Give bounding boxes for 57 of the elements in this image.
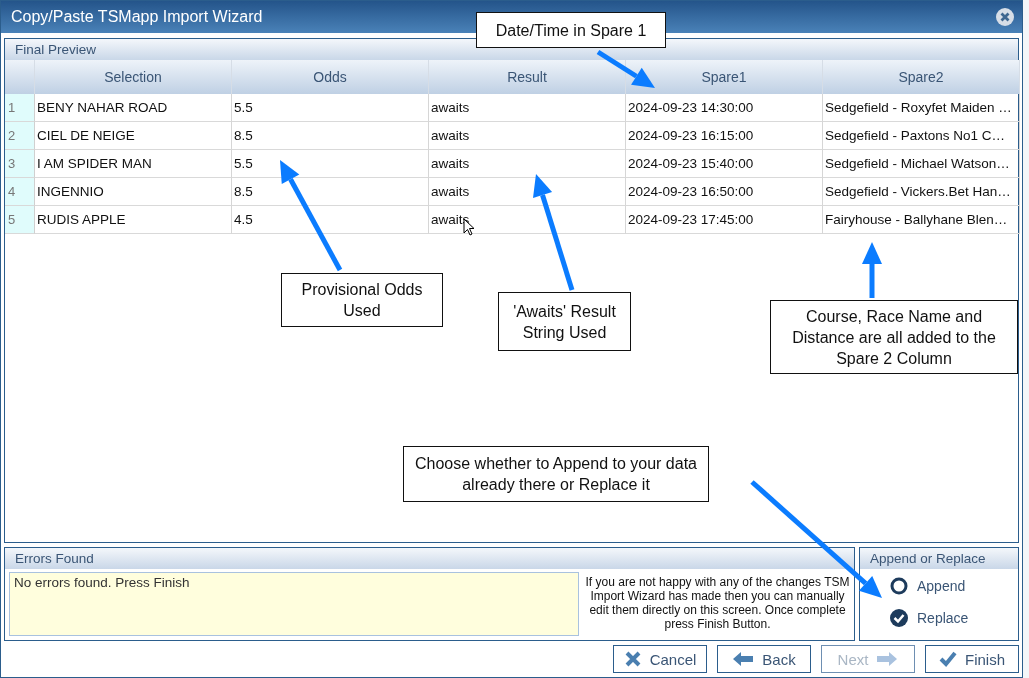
panel-title: Errors Found [5, 548, 854, 569]
column-header[interactable]: Spare2 [823, 60, 1020, 94]
table-cell[interactable]: Fairyhouse - Ballyhane Blen… [823, 206, 1020, 234]
column-header[interactable]: Selection [35, 60, 232, 94]
radio-label: Replace [917, 610, 969, 626]
row-number: 4 [5, 178, 35, 206]
finish-button[interactable]: Finish [925, 645, 1019, 673]
x-icon [623, 650, 642, 668]
table-cell[interactable]: 2024-09-23 16:50:00 [626, 178, 823, 206]
radio-option[interactable]: Replace [890, 609, 1018, 627]
panel-title: Final Preview [5, 39, 1018, 60]
table-cell[interactable]: Sedgefield - Roxyfet Maiden … [823, 94, 1020, 122]
table-cell[interactable]: 4.5 [232, 206, 429, 234]
column-header[interactable]: Spare1 [626, 60, 823, 94]
errors-box: No errors found. Press Finish [9, 572, 579, 636]
help-text: If you are not happy with any of the changes TSM Import Wizard has made then you can manually edit them directly on this screen. Once complete press Finish Button. [585, 574, 850, 633]
table-cell[interactable]: CIEL DE NEIGE [35, 122, 232, 150]
table-cell[interactable]: BENY NAHAR ROAD [35, 94, 232, 122]
column-header[interactable]: Odds [232, 60, 429, 94]
table-cell[interactable]: 2024-09-23 17:45:00 [626, 206, 823, 234]
close-icon[interactable] [996, 8, 1014, 26]
callout: Date/Time in Spare 1 [476, 12, 666, 48]
row-number: 2 [5, 122, 35, 150]
check-icon [939, 651, 957, 667]
callout: Course, Race Name and Distance are all added to the Spare 2 Column [770, 300, 1018, 374]
table-cell[interactable]: Sedgefield - Paxtons No1 C… [823, 122, 1020, 150]
table-cell[interactable]: 8.5 [232, 122, 429, 150]
arrow-right-icon [876, 651, 899, 667]
table-cell[interactable]: Sedgefield - Michael Watson… [823, 150, 1020, 178]
row-number: 5 [5, 206, 35, 234]
window-title: Copy/Paste TSMapp Import Wizard [11, 8, 263, 26]
callout: 'Awaits' Result String Used [498, 292, 631, 351]
table-cell[interactable]: awaits [429, 122, 626, 150]
table-cell[interactable]: I AM SPIDER MAN [35, 150, 232, 178]
arrow [862, 242, 882, 298]
table-cell[interactable]: 2024-09-23 14:30:00 [626, 94, 823, 122]
table-cell[interactable]: 5.5 [232, 94, 429, 122]
callout: Choose whether to Append to your data already there or Replace it [403, 446, 709, 502]
table-cell[interactable]: INGENNIO [35, 178, 232, 206]
table-cell[interactable]: Sedgefield - Vickers.Bet Han… [823, 178, 1020, 206]
radio-label: Append [917, 578, 966, 594]
table-cell[interactable]: RUDIS APPLE [35, 206, 232, 234]
table-cell[interactable]: awaits [429, 150, 626, 178]
radio-option[interactable]: Append [890, 577, 1018, 595]
arrow [596, 49, 655, 88]
cancel-button[interactable]: Cancel [613, 645, 707, 673]
column-header[interactable]: Result [429, 60, 626, 94]
table-cell[interactable]: 2024-09-23 16:15:00 [626, 122, 823, 150]
row-number: 1 [5, 94, 35, 122]
back-button[interactable]: Back [717, 645, 811, 673]
header-corner [5, 60, 35, 94]
table-cell[interactable]: awaits [429, 94, 626, 122]
arrow-left-icon [732, 651, 755, 667]
panel-title: Append or Replace [860, 548, 1018, 569]
callout: Provisional Odds Used [281, 273, 443, 327]
table-cell[interactable]: 2024-09-23 15:40:00 [626, 150, 823, 178]
row-number: 3 [5, 150, 35, 178]
